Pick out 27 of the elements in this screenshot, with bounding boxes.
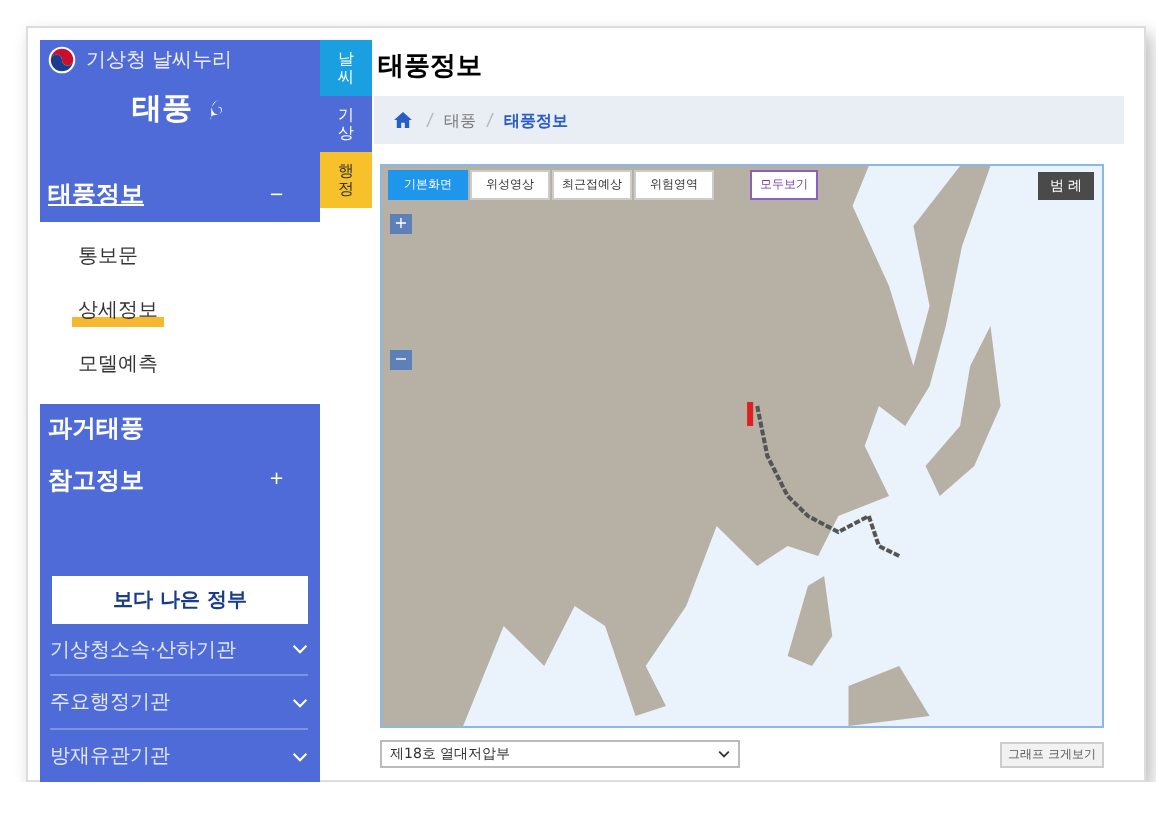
emblem-icon: [48, 46, 76, 74]
link-item[interactable]: 방재유관기관: [50, 742, 170, 771]
zoom-in-button[interactable]: +: [390, 214, 412, 234]
toggle-sign[interactable]: −: [268, 185, 284, 206]
menu-item[interactable]: 참고정보 +: [40, 455, 320, 507]
breadcrumb-link[interactable]: 태풍: [444, 109, 476, 131]
slash-separator-icon: [426, 112, 434, 128]
submenu-item[interactable]: 통보문: [72, 229, 144, 284]
link-item[interactable]: 기상청소속·산하기관: [50, 635, 237, 664]
slash-separator-icon: [486, 112, 494, 128]
chevron-down-icon[interactable]: [718, 750, 730, 758]
submenu-item[interactable]: 모델예측: [72, 337, 164, 392]
agency-name[interactable]: 기상청 날씨누리: [86, 46, 233, 74]
zoom-out-button[interactable]: −: [390, 350, 412, 370]
menu-item[interactable]: 과거태풍: [40, 403, 320, 456]
home-icon[interactable]: [394, 112, 412, 128]
side-tab[interactable]: 행정: [320, 152, 372, 208]
link-item[interactable]: 주요행정기관: [50, 688, 170, 717]
menu-item[interactable]: 태풍정보 −: [40, 169, 320, 222]
side-tab[interactable]: 기상: [320, 96, 372, 152]
breadcrumb-link[interactable]: 태풍정보: [504, 109, 568, 131]
page-title: 태풍정보: [376, 50, 484, 86]
side-tab[interactable]: 날씨: [320, 40, 372, 96]
toggle-sign[interactable]: +: [268, 470, 284, 491]
banner[interactable]: 보다 나은 정부: [52, 575, 308, 624]
section-title: 태풍: [132, 90, 192, 128]
typhoon-icon: [208, 97, 228, 121]
